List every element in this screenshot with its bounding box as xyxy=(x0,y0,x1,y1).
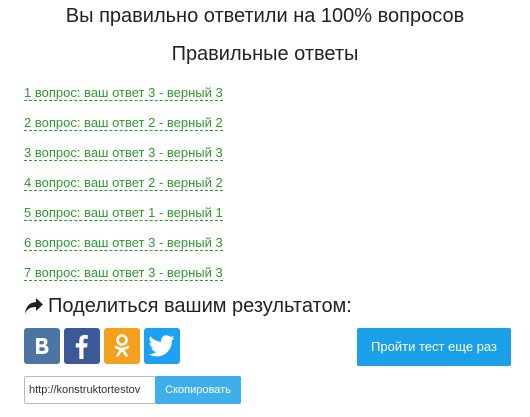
retry-test-button[interactable]: Пройти тест еще раз xyxy=(357,328,511,366)
share-link-input[interactable] xyxy=(24,376,156,404)
answer-link-1[interactable]: 1 вопрос: ваш ответ 3 - верный 3 xyxy=(24,85,223,101)
facebook-share-button[interactable] xyxy=(64,328,100,364)
twitter-share-button[interactable] xyxy=(144,328,180,364)
answer-link-5[interactable]: 5 вопрос: ваш ответ 1 - верный 1 xyxy=(24,205,223,221)
list-item: 4 вопрос: ваш ответ 2 - верный 2 xyxy=(24,174,223,204)
answers-list: 1 вопрос: ваш ответ 3 - верный 3 2 вопро… xyxy=(24,84,223,294)
odnoklassniki-icon xyxy=(114,334,130,357)
share-heading-text: Поделиться вашим результатом: xyxy=(48,295,352,317)
answer-link-4[interactable]: 4 вопрос: ваш ответ 2 - верный 2 xyxy=(24,175,223,191)
answer-link-6[interactable]: 6 вопрос: ваш ответ 3 - верный 3 xyxy=(24,235,223,251)
answer-link-3[interactable]: 3 вопрос: ваш ответ 3 - верный 3 xyxy=(24,145,223,161)
answers-title: Правильные ответы xyxy=(171,43,359,65)
list-item: 2 вопрос: ваш ответ 2 - верный 2 xyxy=(24,114,223,144)
result-title: Вы правильно ответили на 100% вопросов xyxy=(65,5,465,27)
vk-share-button[interactable] xyxy=(24,328,60,364)
share-heading: Поделиться вашим результатом: xyxy=(24,294,352,318)
facebook-icon xyxy=(75,334,88,359)
list-item: 3 вопрос: ваш ответ 3 - верный 3 xyxy=(24,144,223,174)
social-buttons xyxy=(24,328,184,364)
share-arrow-icon xyxy=(25,298,43,314)
twitter-icon xyxy=(149,335,175,357)
list-item: 6 вопрос: ваш ответ 3 - верный 3 xyxy=(24,234,223,264)
list-item: 5 вопрос: ваш ответ 1 - верный 1 xyxy=(24,204,223,234)
odnoklassniki-share-button[interactable] xyxy=(104,328,140,364)
answer-link-2[interactable]: 2 вопрос: ваш ответ 2 - верный 2 xyxy=(24,115,223,131)
answer-link-7[interactable]: 7 вопрос: ваш ответ 3 - верный 3 xyxy=(24,265,223,281)
vk-icon xyxy=(36,338,49,354)
quiz-result-page: Вы правильно ответили на 100% вопросов П… xyxy=(0,0,530,417)
list-item: 7 вопрос: ваш ответ 3 - верный 3 xyxy=(24,264,223,294)
list-item: 1 вопрос: ваш ответ 3 - верный 3 xyxy=(24,84,223,114)
copy-button[interactable]: Скопировать xyxy=(155,376,241,404)
